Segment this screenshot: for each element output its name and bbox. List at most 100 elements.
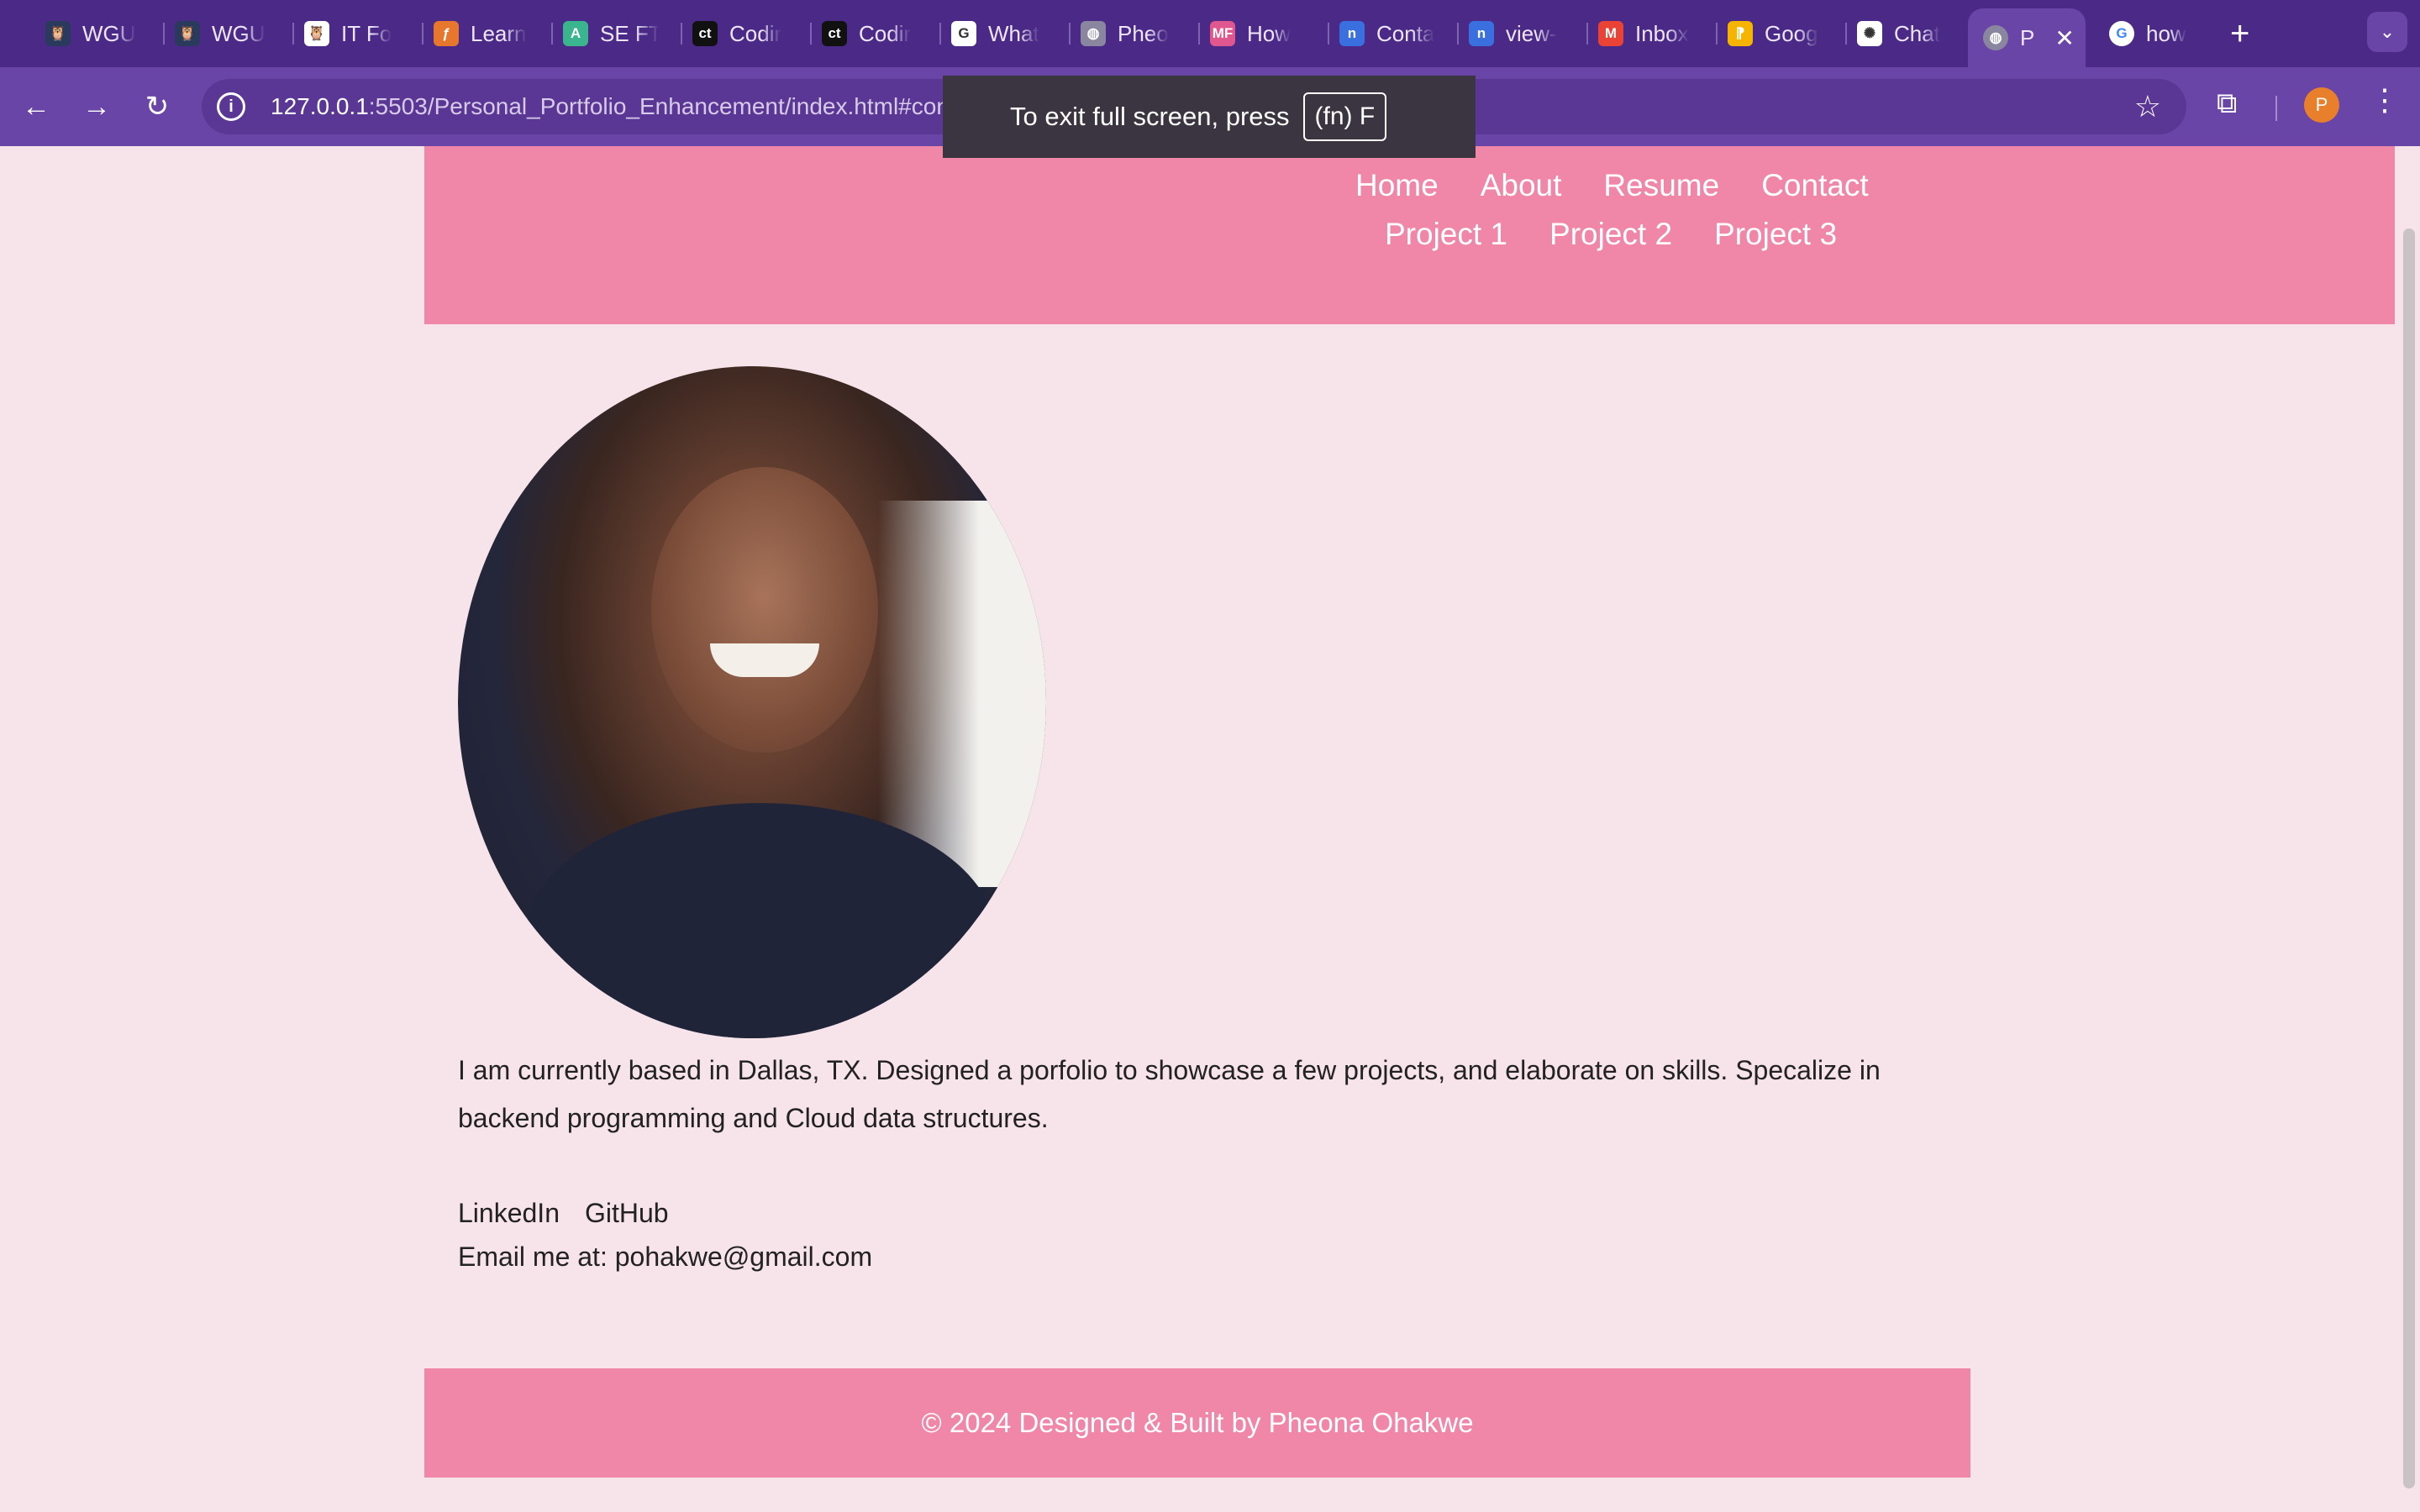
tab-9[interactable]: MF How: [1210, 12, 1319, 55]
google-icon: G: [951, 21, 976, 46]
tab-separator: [681, 23, 682, 45]
tab-title: Codir: [859, 20, 912, 46]
chevron-down-icon: ⌄: [2379, 21, 2396, 42]
owl-icon: 🦉: [45, 21, 71, 46]
more-menu-icon[interactable]: ⋮: [2370, 82, 2400, 118]
photo-face: [651, 467, 878, 753]
new-tab-button[interactable]: +: [2230, 15, 2249, 53]
pin-icon: ⁋: [1728, 21, 1753, 46]
toast-key: (fn) F: [1302, 92, 1387, 141]
contact-email: Email me at: pohakwe@gmail.com: [458, 1242, 873, 1272]
tab-separator: [1457, 23, 1459, 45]
tab-separator: [1716, 23, 1718, 45]
tab-separator: [1069, 23, 1071, 45]
nav-link-project-2[interactable]: Project 2: [1549, 217, 1672, 252]
tab-separator: [939, 23, 941, 45]
tab-8[interactable]: ◍ Pheo: [1081, 12, 1190, 55]
tab-active[interactable]: ◍ P ✕: [1968, 8, 2086, 67]
tab-title: P: [2020, 24, 2035, 50]
photo-smile: [710, 643, 819, 677]
tab-title: WGU: [212, 20, 266, 46]
a-icon: A: [563, 21, 588, 46]
nav-link-project-1[interactable]: Project 1: [1385, 217, 1507, 252]
tab-separator: [422, 23, 424, 45]
tab-title: Codir: [729, 20, 782, 46]
forward-button[interactable]: →: [77, 87, 116, 126]
tab-6[interactable]: ct Codir: [822, 12, 931, 55]
ct-icon: ct: [822, 21, 847, 46]
site-info-icon[interactable]: i: [217, 92, 245, 121]
tab-separator: [292, 23, 294, 45]
tab-separator: [1198, 23, 1200, 45]
google-icon: G: [2109, 21, 2134, 46]
tab-10[interactable]: n Conta: [1339, 12, 1449, 55]
globe-icon: ◍: [1983, 25, 2008, 50]
tab-title: Learn: [471, 20, 527, 46]
linkedin-link[interactable]: LinkedIn: [458, 1198, 560, 1229]
tab-4[interactable]: A SE FT: [563, 12, 672, 55]
tab-2[interactable]: 🦉 IT Fo: [304, 12, 413, 55]
github-link[interactable]: GitHub: [585, 1198, 669, 1229]
nav-primary: Home About Resume Contact: [1355, 168, 1869, 203]
nav-link-project-3[interactable]: Project 3: [1714, 217, 1837, 252]
close-tab-icon[interactable]: ✕: [2054, 24, 2074, 52]
globe-icon: ◍: [1081, 21, 1106, 46]
tab-title: IT Fo: [341, 20, 392, 46]
mf-icon: MF: [1210, 21, 1235, 46]
footer-text: © 2024 Designed & Built by Pheona Ohakwe: [921, 1407, 1474, 1438]
tab-separator: [163, 23, 165, 45]
nav-link-resume[interactable]: Resume: [1603, 168, 1719, 203]
owl-icon: 🦉: [304, 21, 329, 46]
nav-link-contact[interactable]: Contact: [1761, 168, 1869, 203]
reload-icon: ↻: [145, 91, 170, 123]
tab-search-button[interactable]: ⌄: [2367, 12, 2407, 52]
back-button[interactable]: ←: [17, 87, 55, 126]
reload-button[interactable]: ↻: [138, 87, 176, 126]
photo-window-light: [878, 501, 1046, 887]
url-path: :5503/Personal_Portfolio_Enhancement/ind…: [368, 93, 988, 119]
nav-link-about[interactable]: About: [1481, 168, 1562, 203]
tab-7[interactable]: G What: [951, 12, 1060, 55]
social-links: LinkedIn GitHub: [458, 1198, 669, 1229]
browser-tab-bar: 🦉 WGU 🦉 WGU 🦉 IT Fo ƒ Learn A SE FT ct Codir ct Codir…: [0, 0, 2420, 67]
n-icon: n: [1469, 21, 1494, 46]
ct-icon: ct: [692, 21, 718, 46]
site-footer: © 2024 Designed & Built by Pheona Ohakwe: [424, 1368, 1970, 1478]
contact-bio: I am currently based in Dallas, TX. Desi…: [458, 1055, 1881, 1133]
tab-12[interactable]: M Inbox: [1598, 12, 1707, 55]
tab-title: How: [1247, 20, 1292, 46]
tab-1[interactable]: 🦉 WGU: [175, 12, 284, 55]
tab-5[interactable]: ct Codir: [692, 12, 802, 55]
tab-separator: [1586, 23, 1588, 45]
tab-title: Inbox: [1635, 20, 1689, 46]
tab-title: WGU: [82, 20, 136, 46]
n-icon: n: [1339, 21, 1365, 46]
toolbar-divider: [2275, 96, 2277, 121]
nav-link-home[interactable]: Home: [1355, 168, 1439, 203]
owl-icon: 🦉: [175, 21, 200, 46]
tab-separator: [1328, 23, 1329, 45]
tab-separator: [810, 23, 812, 45]
tab-0[interactable]: 🦉 WGU: [45, 12, 155, 55]
tab-3[interactable]: ƒ Learn: [434, 12, 543, 55]
tab-title: Chat: [1894, 20, 1940, 46]
bookmark-star-icon[interactable]: ☆: [2134, 89, 2161, 124]
profile-avatar[interactable]: P: [2304, 87, 2339, 123]
page-viewport: Home About Resume Contact Project 1 Proj…: [0, 146, 2420, 1512]
tab-title: SE FT: [600, 20, 659, 46]
tab-13[interactable]: ⁋ Goog: [1728, 12, 1837, 55]
nav-projects: Project 1 Project 2 Project 3: [1385, 217, 1837, 252]
tab-title: Conta: [1376, 20, 1435, 46]
url-text[interactable]: 127.0.0.1:5503/Personal_Portfolio_Enhanc…: [271, 93, 987, 120]
tab-title: Goog: [1765, 20, 1818, 46]
arrow-right-icon: →: [82, 90, 111, 123]
tab-14[interactable]: ✺ Chat: [1857, 12, 1966, 55]
openai-icon: ✺: [1857, 21, 1882, 46]
tab-separator: [551, 23, 553, 45]
tab-how[interactable]: G how: [2109, 12, 2202, 55]
scrollbar-thumb[interactable]: [2403, 228, 2415, 1488]
page-scrollbar[interactable]: [2398, 146, 2420, 1512]
tab-11[interactable]: n view-: [1469, 12, 1578, 55]
flame-icon: ƒ: [434, 21, 459, 46]
extensions-puzzle-icon[interactable]: ⧉: [2217, 87, 2237, 120]
